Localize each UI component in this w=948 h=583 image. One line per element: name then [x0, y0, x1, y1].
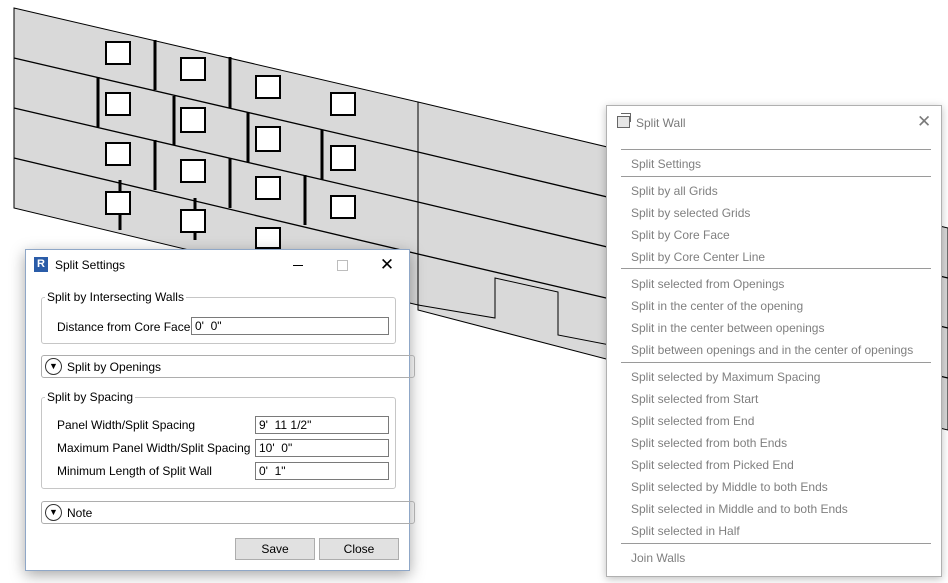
menu-item-opening[interactable]: Split selected from Openings [631, 277, 784, 291]
separator [621, 149, 931, 150]
separator [621, 268, 931, 269]
menu-item-spacing[interactable]: Split selected in Middle and to both End… [631, 502, 848, 516]
panel-width-field[interactable] [255, 416, 389, 434]
note-expander[interactable]: ▼ Note [41, 501, 415, 524]
menu-item-join-walls[interactable]: Join Walls [631, 551, 685, 565]
max-panel-width-label: Maximum Panel Width/Split Spacing [57, 441, 251, 455]
menu-item-spacing[interactable]: Split selected in Half [631, 524, 740, 538]
menu-item-spacing[interactable]: Split selected from End [631, 414, 754, 428]
split-wall-icon [617, 113, 631, 128]
menu-item-opening[interactable]: Split in the center of the opening [631, 299, 803, 313]
menu-item-spacing[interactable]: Split selected by Maximum Spacing [631, 370, 820, 384]
close-button[interactable]: Close [319, 538, 399, 560]
menu-item-spacing[interactable]: Split selected from Start [631, 392, 758, 406]
menu-item-spacing[interactable]: Split selected from both Ends [631, 436, 787, 450]
chevron-down-icon[interactable]: ▼ [45, 504, 62, 521]
close-icon[interactable]: ✕ [917, 112, 931, 132]
panel-title: Split Wall [636, 116, 686, 130]
dialog-title: Split Settings [55, 258, 126, 272]
menu-item-opening[interactable]: Split in the center between openings [631, 321, 824, 335]
split-by-openings-expander[interactable]: ▼ Split by Openings [41, 355, 415, 378]
save-button[interactable]: Save [235, 538, 315, 560]
menu-item-grid[interactable]: Split by selected Grids [631, 206, 750, 220]
revit-app-icon: R [34, 257, 48, 272]
menu-item-spacing[interactable]: Split selected by Middle to both Ends [631, 480, 828, 494]
note-label: Note [67, 506, 93, 520]
panel-width-label: Panel Width/Split Spacing [57, 418, 196, 432]
split-wall-panel: Split Wall ✕ Split Settings Split by all… [606, 105, 942, 577]
close-icon[interactable]: ✕ [373, 254, 401, 276]
separator [621, 362, 931, 363]
menu-item-grid[interactable]: Split by all Grids [631, 184, 718, 198]
menu-item-split-settings[interactable]: Split Settings [631, 157, 701, 171]
min-length-label: Minimum Length of Split Wall [57, 464, 212, 478]
chevron-down-icon[interactable]: ▼ [45, 358, 62, 375]
split-by-openings-label: Split by Openings [67, 360, 162, 374]
menu-item-opening[interactable]: Split between openings and in the center… [631, 343, 913, 357]
split-settings-dialog: R Split Settings ✕ Split by Intersecting… [25, 249, 415, 571]
separator [621, 543, 931, 544]
intersecting-walls-group: Split by Intersecting Walls Distance fro… [41, 290, 396, 344]
menu-item-grid[interactable]: Split by Core Center Line [631, 250, 765, 264]
split-by-spacing-group: Split by Spacing Panel Width/Split Spaci… [41, 390, 396, 489]
minimize-icon[interactable] [284, 254, 312, 276]
split-by-spacing-legend: Split by Spacing [47, 390, 134, 404]
core-face-distance-field[interactable] [191, 317, 389, 335]
min-length-field[interactable] [255, 462, 389, 480]
maximize-icon [328, 254, 356, 276]
separator [621, 176, 931, 177]
intersecting-walls-legend: Split by Intersecting Walls [47, 290, 184, 304]
menu-item-grid[interactable]: Split by Core Face [631, 228, 730, 242]
max-panel-width-field[interactable] [255, 439, 389, 457]
core-face-label: Distance from Core Face [57, 320, 191, 334]
dialog-titlebar[interactable]: R Split Settings ✕ [26, 250, 409, 280]
menu-item-spacing[interactable]: Split selected from Picked End [631, 458, 794, 472]
